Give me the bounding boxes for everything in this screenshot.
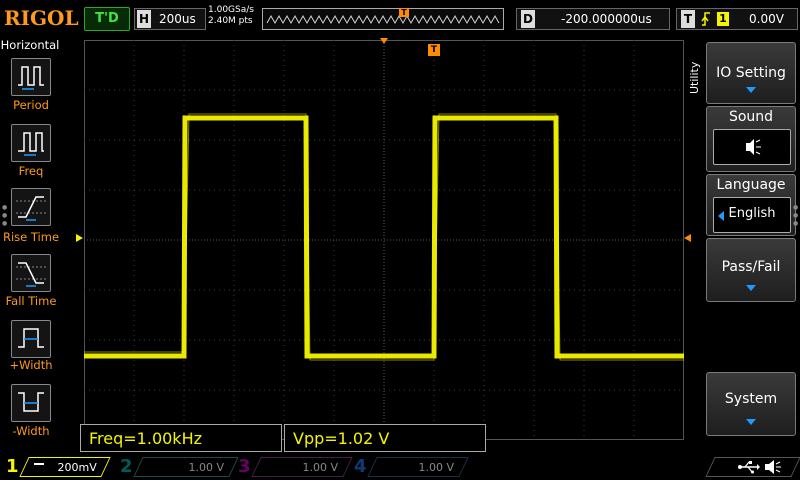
period-icon (18, 66, 44, 90)
chevron-down-icon (746, 419, 756, 425)
left-menu-title: Horizontal (0, 38, 60, 52)
channel3-number[interactable]: 3 (238, 454, 251, 480)
sound-value (713, 129, 791, 165)
channel4-scale[interactable]: 1.00 V (367, 457, 469, 477)
right-menu-title: Utility (688, 61, 701, 95)
period-button[interactable] (11, 58, 51, 96)
language-label: Language (716, 177, 786, 193)
vpp-measurement[interactable]: Vpp=1.02 V (284, 424, 486, 452)
memory-waveform-icon (266, 14, 500, 25)
speaker-icon (765, 460, 781, 474)
rise-time-button[interactable] (11, 188, 51, 226)
trigger-position-marker (380, 38, 388, 44)
chevron-down-icon (746, 285, 756, 291)
channel1-number[interactable]: 1 (6, 454, 19, 480)
freq-button[interactable] (11, 124, 51, 162)
sound-label: Sound (728, 109, 774, 125)
trigger-display[interactable]: T 1 0.00V (676, 8, 798, 30)
channel3-scale[interactable]: 1.00 V (251, 457, 353, 477)
dc-coupling-icon (34, 463, 44, 465)
brand-logo: RIGOL (4, 6, 79, 30)
io-setting-button[interactable]: IO Setting (706, 42, 796, 104)
timebase-value: 200us (159, 12, 196, 26)
freq-label: Freq (18, 164, 44, 178)
channel4-number[interactable]: 4 (354, 454, 367, 480)
trigger-time-marker[interactable]: T (428, 44, 440, 56)
io-setting-label: IO Setting (716, 65, 786, 81)
language-value: English (728, 206, 776, 221)
delay-letter: D (521, 10, 535, 28)
memory-trigger-marker: T (399, 8, 409, 17)
fall-time-label: Fall Time (5, 294, 57, 308)
positive-width-icon (18, 328, 44, 348)
trigger-level-marker[interactable] (684, 234, 691, 242)
fall-time-icon (16, 262, 46, 287)
run-status-badge[interactable]: T'D (84, 7, 130, 31)
memory-depth: 2.40M pts (208, 16, 253, 26)
channel-bar: 1 200mV 2 1.00 V 3 1.00 V 4 1.00 V (0, 454, 800, 480)
chevron-down-icon (746, 87, 756, 93)
usb-icon (738, 461, 760, 474)
rise-time-label: Rise Time (2, 230, 60, 244)
waveform-display[interactable]: T Freq=1.00kHz Vpp=1.02 V (76, 38, 691, 452)
left-menu-page-dots: ● ● ● (2, 204, 8, 227)
freq-measurement[interactable]: Freq=1.00kHz (80, 424, 282, 452)
pass-fail-label: Pass/Fail (721, 259, 781, 275)
channel2-number[interactable]: 2 (120, 454, 133, 480)
channel1-offset-marker[interactable] (76, 234, 83, 242)
trigger-letter: T (681, 10, 695, 28)
delay-display[interactable]: D -200.000000us (516, 8, 670, 30)
period-label: Period (13, 98, 49, 112)
positive-width-button[interactable] (11, 320, 51, 358)
delay-value: -200.000000us (561, 12, 652, 26)
language-button[interactable]: Language English (706, 174, 796, 236)
pass-fail-button[interactable]: Pass/Fail (706, 238, 796, 302)
negative-width-icon (18, 392, 44, 412)
negative-width-button[interactable] (11, 384, 51, 422)
positive-width-label: +Width (9, 358, 53, 372)
sound-button[interactable]: Sound (706, 106, 796, 172)
freq-icon (18, 132, 44, 156)
waveform-graticule (84, 40, 684, 440)
right-menu-page-dots: ● ● ● (793, 204, 799, 227)
rising-edge-icon (701, 12, 710, 26)
system-button[interactable]: System (706, 372, 796, 436)
timebase-display[interactable]: H 200us (134, 8, 206, 30)
channel1-scale[interactable]: 200mV (19, 457, 111, 477)
channel2-scale[interactable]: 1.00 V (133, 457, 239, 477)
speaker-icon (746, 139, 761, 155)
acquisition-info: 1.00GSa/s 2.40M pts (208, 5, 254, 27)
negative-width-label: -Width (12, 424, 50, 438)
trigger-level: 0.00V (749, 12, 784, 26)
fall-time-button[interactable] (11, 254, 51, 292)
language-selector: English (713, 197, 791, 233)
sample-rate: 1.00GSa/s (208, 5, 254, 15)
top-bar: RIGOL T'D H 200us 1.00GSa/s 2.40M pts T … (0, 0, 800, 36)
rise-time-icon (16, 196, 46, 221)
timebase-letter: H (137, 10, 151, 28)
system-label: System (724, 391, 778, 407)
memory-overview[interactable]: T (262, 8, 504, 30)
channel1-trace (84, 113, 684, 361)
trigger-source-badge: 1 (717, 12, 729, 26)
